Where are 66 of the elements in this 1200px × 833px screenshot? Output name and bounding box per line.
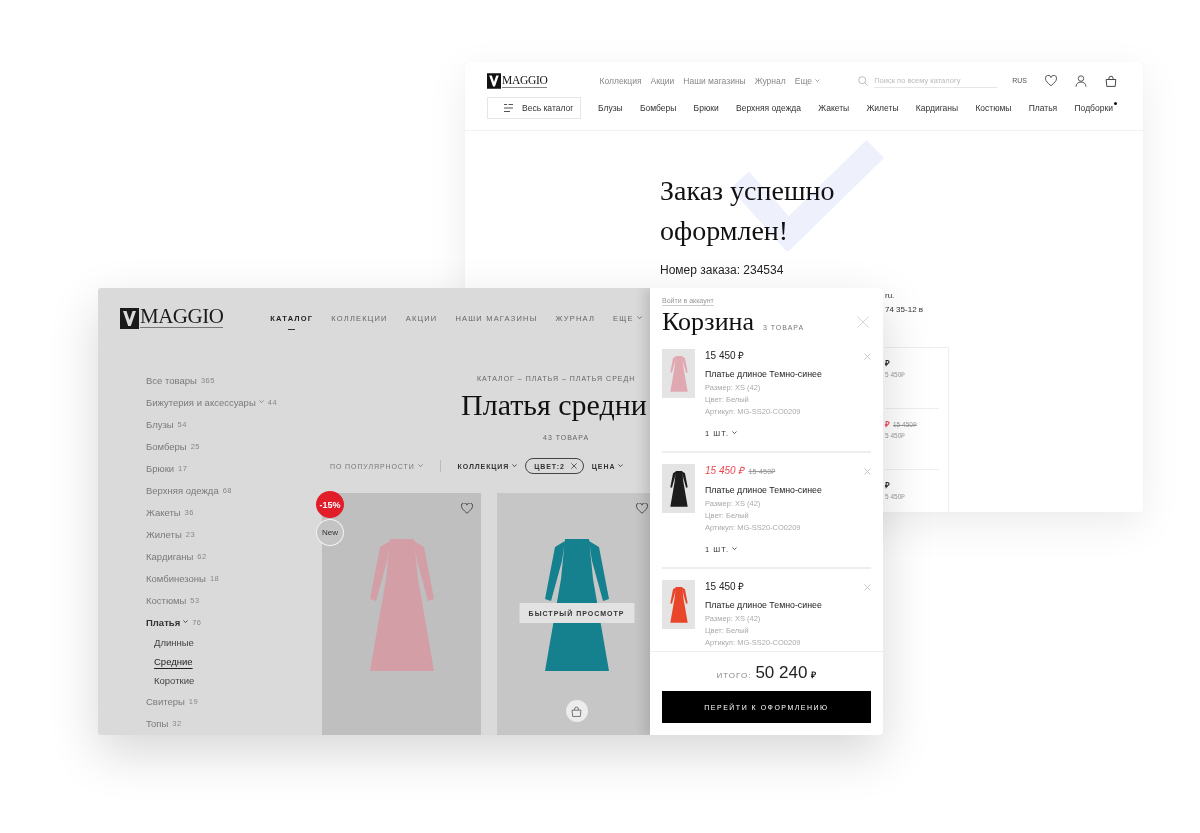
price: 15 450 ₽ — [705, 580, 745, 594]
category-link[interactable]: Бомберы — [639, 102, 677, 114]
nav-link[interactable]: Коллекция — [599, 75, 642, 87]
heart-icon[interactable] — [461, 503, 473, 514]
contact-text: ru. — [885, 290, 895, 302]
total-label: ИТОГО: — [716, 671, 752, 680]
product-thumbnail[interactable] — [662, 580, 695, 629]
order-title: Заказ успешно оформлен! — [660, 174, 836, 248]
caret-icon — [636, 316, 642, 320]
product-thumbnail[interactable] — [662, 349, 695, 398]
category-link[interactable]: Платья — [146, 616, 189, 628]
dot-icon — [1113, 102, 1117, 105]
logo-text[interactable]: MAGGIO — [140, 308, 224, 328]
price-fragment: ₽ — [885, 480, 890, 491]
price: 15 450 ₽ — [705, 349, 745, 363]
menu-icon — [504, 104, 513, 112]
new-badge: New — [316, 519, 344, 546]
product-name[interactable]: Платье длиное Темно-синее — [705, 367, 822, 381]
category-link[interactable]: Брюки — [693, 102, 719, 114]
category-link[interactable]: Верхняя одежда — [736, 102, 802, 114]
page-title: Платья средни — [461, 389, 647, 421]
caret-icon — [731, 547, 737, 551]
nav-link[interactable]: Журнал — [754, 75, 786, 87]
logo-icon[interactable] — [487, 73, 501, 89]
user-icon[interactable] — [1075, 75, 1087, 87]
category-link[interactable]: Костюмы — [975, 102, 1012, 114]
subcategory-link[interactable]: Длинные — [154, 633, 194, 652]
caret-icon — [731, 431, 737, 435]
logo-icon[interactable] — [120, 308, 139, 329]
caret-icon — [815, 79, 821, 83]
price-fragment: ₽ — [885, 358, 890, 369]
caret-icon — [258, 400, 264, 404]
category-link[interactable]: Жакеты — [818, 102, 850, 114]
contact-text: 74 35-12 в — [885, 304, 924, 316]
currency-sign: ₽ — [811, 669, 817, 681]
price-fragment: ₽ — [885, 419, 890, 430]
nav-link[interactable]: Еще — [794, 75, 821, 87]
nav-link[interactable]: Акции — [650, 75, 675, 87]
price: 15 450 ₽ — [705, 464, 745, 478]
add-to-cart-button[interactable] — [565, 700, 588, 722]
total-amount: 50 240 — [755, 663, 808, 683]
category-link[interactable]: Жилеты — [866, 102, 899, 114]
heart-icon[interactable] — [1045, 75, 1057, 87]
subcategory-link[interactable]: Короткие — [154, 671, 195, 690]
product-name[interactable]: Платье длиное Темно-синее — [705, 598, 822, 612]
bag-icon[interactable] — [1105, 75, 1117, 87]
category-link[interactable]: Блузы — [598, 102, 623, 114]
caret-icon — [512, 464, 518, 468]
bag-icon — [571, 705, 582, 717]
product-name[interactable]: Платье длиное Темно-синее — [705, 483, 822, 497]
caret-icon — [417, 464, 423, 468]
cart-title: Корзина — [662, 308, 754, 336]
caret-icon — [183, 620, 189, 624]
category-link[interactable]: Платья — [1028, 102, 1058, 114]
order-number: Номер заказа: 234534 — [660, 262, 784, 278]
caret-icon — [618, 464, 624, 468]
category-link[interactable]: Подборки — [1074, 102, 1117, 114]
heart-icon[interactable] — [636, 503, 648, 514]
close-icon[interactable] — [570, 463, 577, 469]
product-thumbnail[interactable] — [662, 464, 695, 513]
nav-link[interactable]: Наши магазины — [683, 75, 746, 87]
discount-badge: -15% — [316, 491, 344, 518]
subcategory-link[interactable]: Средние — [154, 652, 193, 671]
logo-text[interactable]: MAGGIO — [502, 74, 548, 88]
catalog-button[interactable]: Весь каталог — [487, 97, 581, 119]
category-link[interactable]: Кардиганы — [915, 102, 959, 114]
